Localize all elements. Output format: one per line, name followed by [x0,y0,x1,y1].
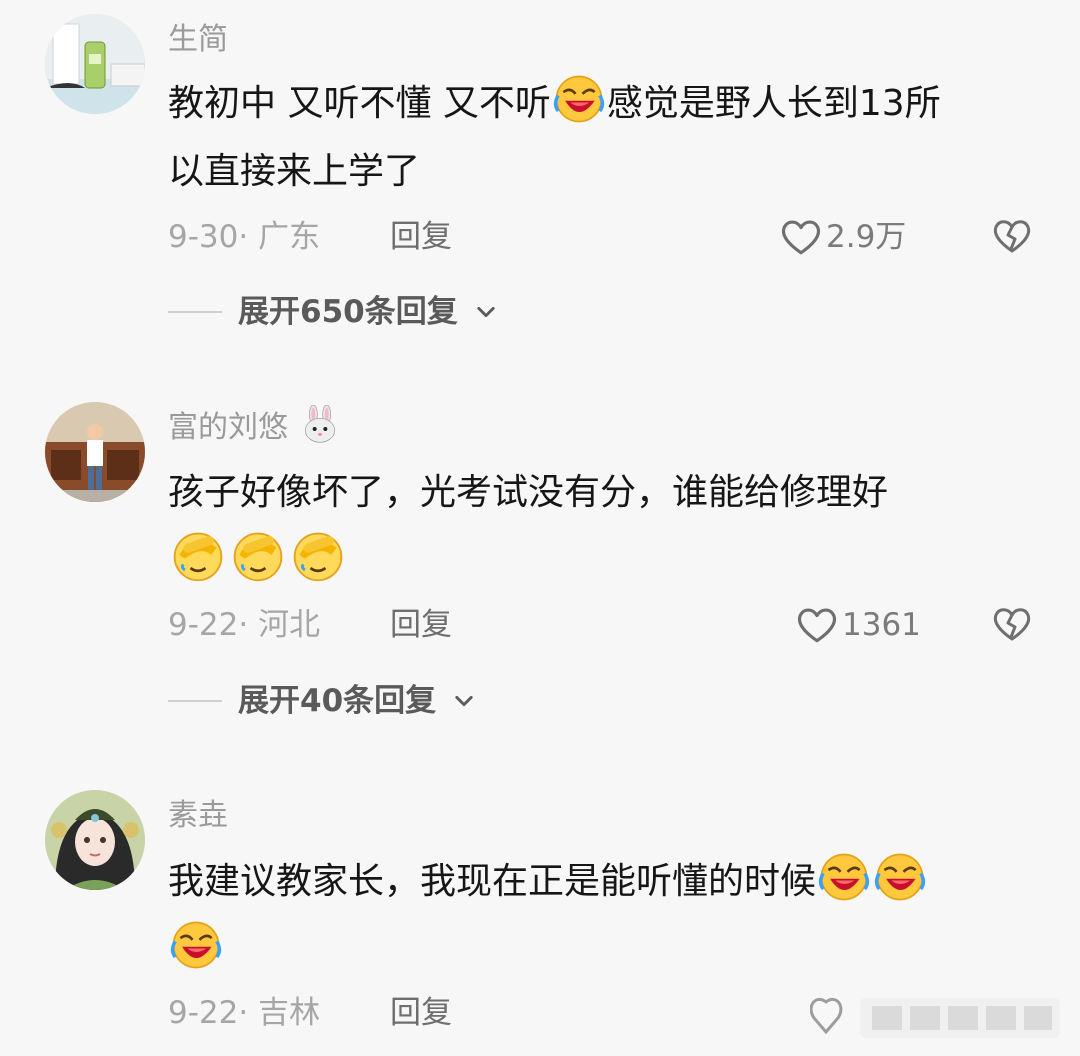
comment-text-part: 感觉是野人长到13所 [606,83,941,124]
username[interactable]: 素垚 [168,796,228,836]
comment-text-part: 教初中 又听不懂 又不听 [168,83,551,124]
heart-outline-icon [796,604,838,646]
expand-replies-label: 展开40条回复 [238,683,437,719]
laughing-crying-emoji-icon [553,73,605,125]
watermark [809,988,1070,1048]
date-region: 9-22· 吉林 [168,995,321,1031]
username-row: 富的刘悠 [168,405,342,448]
like-button[interactable]: 2.9万 [780,216,906,258]
like-count: 1361 [842,607,921,643]
expand-replies-label: 展开650条回复 [238,294,458,330]
avatar[interactable] [45,14,145,114]
avatar[interactable] [45,790,145,890]
expand-replies-button[interactable]: 展开650条回复 [168,292,498,332]
comment-text-part: 孩子好像坏了，光考试没有分，谁能给修理好 [168,472,889,513]
laughing-crying-emoji-icon [170,919,222,971]
facepalm-emoji-icon [290,527,346,583]
divider [168,700,222,702]
broken-heart-icon[interactable] [990,216,1034,256]
reply-button[interactable]: 回复 [390,993,452,1033]
rabbit-face-emoji-icon [300,405,340,445]
comment-text-part: 以直接来上学了 [168,151,421,192]
chevron-down-icon [452,689,476,713]
like-count: 2.9万 [826,219,907,255]
like-button[interactable]: 1361 [796,604,921,646]
comment-item: 富的刘悠 孩子好像坏了，光考试没有分，谁能给修理好 9-22· 河北 回复 13… [0,385,1080,735]
divider [168,311,222,313]
laughing-crying-emoji-icon [818,851,870,903]
comment-item: 生简 教初中 又听不懂 又不听 感觉是野人长到13所 以直接来上学了 9-30· … [0,0,1080,340]
reply-button[interactable]: 回复 [390,217,452,257]
username[interactable]: 富的刘悠 [168,410,288,445]
comment-text-part: 我建议教家长，我现在正是能听懂的时候 [168,861,817,902]
comment-text: 我建议教家长，我现在正是能听懂的时候 [168,848,1038,984]
facepalm-emoji-icon [230,527,286,583]
date-region: 9-30· 广东 [168,219,321,255]
facepalm-emoji-icon [170,527,226,583]
username[interactable]: 生简 [168,20,228,60]
broken-heart-icon[interactable] [990,604,1034,644]
comment-text: 教初中 又听不懂 又不听 感觉是野人长到13所 以直接来上学了 [168,70,1038,206]
expand-replies-button[interactable]: 展开40条回复 [168,681,476,721]
laughing-crying-emoji-icon [874,851,926,903]
avatar[interactable] [45,402,145,502]
chevron-down-icon [474,300,498,324]
reply-button[interactable]: 回复 [390,605,452,645]
heart-outline-icon [780,216,822,258]
comment-text: 孩子好像坏了，光考试没有分，谁能给修理好 [168,459,1038,596]
date-region: 9-22· 河北 [168,607,321,643]
